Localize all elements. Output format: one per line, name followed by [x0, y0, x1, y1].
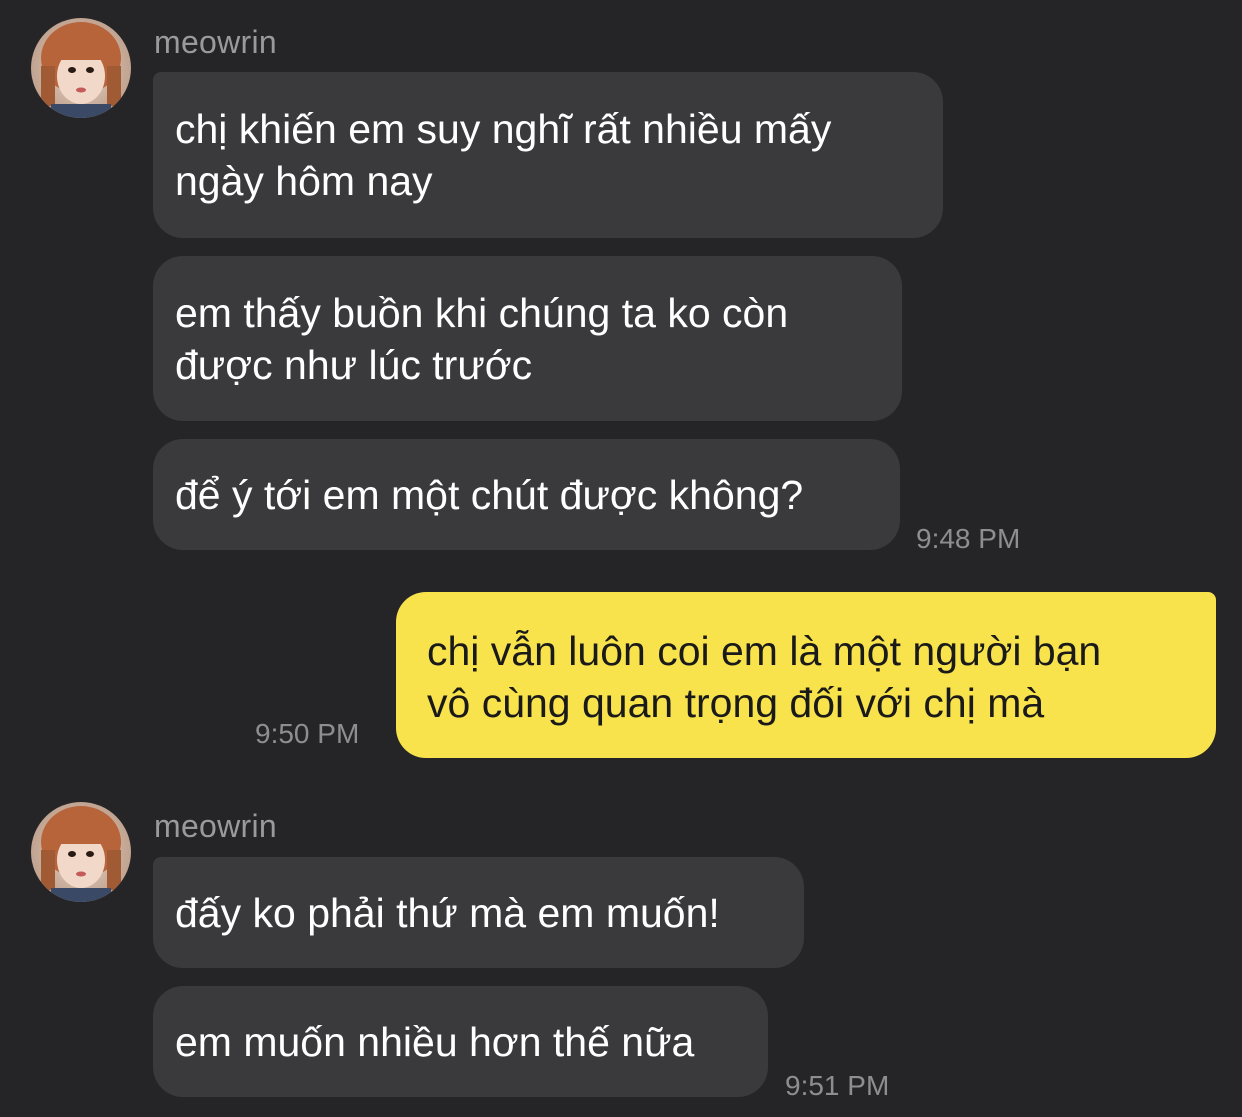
message-text: đấy ko phải thứ mà em muốn!: [175, 890, 720, 936]
outgoing-message-bubble[interactable]: chị vẫn luôn coi em là một người bạn vô …: [396, 592, 1216, 758]
message-timestamp: 9:50 PM: [255, 718, 360, 749]
message-timestamp: 9:48 PM: [916, 523, 1021, 554]
message-text: em thấy buồn khi chúng ta ko còn: [175, 290, 789, 336]
sender-name: meowrin: [154, 808, 278, 844]
message-text: em muốn nhiều hơn thế nữa: [175, 1019, 695, 1065]
message-text: được như lúc trước: [175, 342, 533, 388]
avatar[interactable]: [31, 18, 131, 118]
message-bubble[interactable]: em muốn nhiều hơn thế nữa: [153, 986, 768, 1097]
message-bubble[interactable]: đấy ko phải thứ mà em muốn!: [153, 857, 804, 968]
chat-thread[interactable]: meowrin chị khiến em suy nghĩ rất nhiều …: [0, 0, 1242, 1117]
avatar[interactable]: [31, 802, 131, 902]
message-text: vô cùng quan trọng đối với chị mà: [427, 680, 1045, 726]
message-text: chị khiến em suy nghĩ rất nhiều mấy: [175, 106, 832, 152]
profile-photo-icon: [31, 802, 131, 902]
message-bubble[interactable]: chị khiến em suy nghĩ rất nhiều mấy ngày…: [153, 72, 943, 238]
message-text: ngày hôm nay: [175, 158, 433, 204]
message-timestamp: 9:51 PM: [785, 1070, 890, 1101]
message-text: chị vẫn luôn coi em là một người bạn: [427, 628, 1102, 674]
message-bubble[interactable]: em thấy buồn khi chúng ta ko còn được nh…: [153, 256, 902, 421]
message-text: để ý tới em một chút được không?: [175, 472, 804, 518]
profile-photo-icon: [31, 18, 131, 118]
sender-name: meowrin: [154, 24, 278, 60]
message-bubble[interactable]: để ý tới em một chút được không?: [153, 439, 900, 550]
